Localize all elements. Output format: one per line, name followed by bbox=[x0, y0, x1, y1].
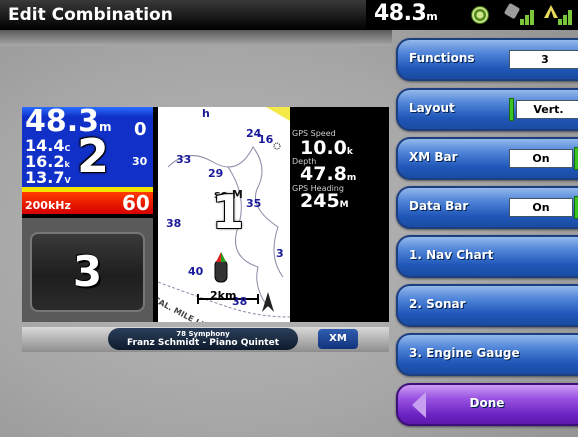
combination-preview: 48.3m 0 14.4C 16.2k 13.7V 30 2 200kHz 60… bbox=[22, 107, 389, 322]
sonar-label: 2. Sonar bbox=[409, 297, 466, 311]
chart-sounding: 35 bbox=[246, 197, 262, 210]
xm-signal-icon bbox=[544, 5, 574, 25]
nav-chart-label: 1. Nav Chart bbox=[409, 248, 494, 262]
sonar-frequency: 200kHz bbox=[25, 199, 71, 212]
data-bar-value: On bbox=[509, 198, 573, 217]
sonar-row-3-value: 13.7 bbox=[25, 168, 65, 187]
screen: Edit Combination 48.3m 48.3m 0 14.4C 16.… bbox=[0, 0, 578, 437]
pane-number-3: 3 bbox=[72, 247, 103, 296]
done-label: Done bbox=[469, 396, 505, 410]
data-bar-button[interactable]: Data Bar On bbox=[396, 186, 578, 229]
chart-scale: 2km bbox=[210, 289, 237, 302]
chart-sounding: h bbox=[202, 107, 210, 120]
status-depth-value: 48.3 bbox=[374, 1, 427, 26]
sonar-scale-mid: 30 bbox=[132, 155, 148, 168]
status-depth-unit: m bbox=[426, 10, 438, 23]
data-bar-label: Data Bar bbox=[409, 199, 469, 213]
status-depth: 48.3m bbox=[374, 1, 438, 26]
data-bar-toggle-indicator bbox=[574, 196, 578, 219]
sonar-row-2-unit: k bbox=[64, 160, 70, 169]
engine-gauge-label: 3. Engine Gauge bbox=[409, 346, 520, 360]
xm-button: XM bbox=[318, 329, 358, 349]
sonar-row-1-unit: C bbox=[64, 144, 71, 153]
layout-button[interactable]: Layout Vert. bbox=[396, 88, 578, 131]
functions-value: 3 bbox=[509, 50, 578, 69]
data-value-heading: 245M bbox=[300, 190, 349, 212]
sonar-row-3-unit: V bbox=[64, 176, 71, 185]
done-button[interactable]: Done bbox=[396, 383, 578, 426]
gauge-frame: 3 bbox=[30, 232, 145, 312]
nav-chart-button[interactable]: 1. Nav Chart bbox=[396, 235, 578, 278]
xm-song-info: 78 Symphony Franz Schmidt - Piano Quinte… bbox=[108, 328, 298, 350]
chart-sounding: 38 bbox=[166, 217, 182, 230]
sonar-pane: 48.3m 0 14.4C 16.2k 13.7V 30 2 200kHz 60 bbox=[22, 107, 153, 214]
header-shadow bbox=[0, 30, 392, 46]
xm-bar-button[interactable]: XM Bar On bbox=[396, 137, 578, 180]
layout-value: Vert. bbox=[516, 100, 578, 119]
status-area: 48.3m bbox=[366, 0, 578, 30]
xm-bar-toggle-indicator bbox=[574, 147, 578, 170]
layout-toggle-indicator bbox=[509, 98, 514, 121]
xm-bar-label: XM Bar bbox=[409, 150, 458, 164]
sonar-button[interactable]: 2. Sonar bbox=[396, 284, 578, 327]
sonar-scale-top: 0 bbox=[134, 119, 147, 140]
data-bar-pane: GPS Speed 10.0k Depth 47.8m GPS Heading … bbox=[290, 107, 389, 322]
chart-sounding: 40 bbox=[188, 265, 204, 278]
engine-gauge-button[interactable]: 3. Engine Gauge bbox=[396, 333, 578, 376]
sonar-row-3: 13.7V bbox=[25, 170, 71, 189]
chart-sounding: 3 bbox=[276, 247, 284, 260]
xm-artist: Franz Schmidt - Piano Quintet bbox=[126, 338, 280, 348]
satellite-signal-icon bbox=[503, 2, 536, 25]
functions-label: Functions bbox=[409, 51, 475, 65]
xm-bar-preview: 78 Symphony Franz Schmidt - Piano Quinte… bbox=[22, 327, 389, 352]
antenna-glyph bbox=[544, 5, 558, 18]
satellite-glyph bbox=[503, 2, 521, 20]
sonar-scale-bottom: 60 bbox=[122, 191, 150, 214]
layout-label: Layout bbox=[409, 101, 455, 115]
title-bar: Edit Combination 48.3m bbox=[0, 0, 578, 30]
data-value-speed: 10.0k bbox=[300, 137, 353, 159]
pane-number-2: 2 bbox=[77, 129, 110, 183]
chart-sounding: 29 bbox=[208, 167, 224, 180]
functions-button[interactable]: Functions 3 bbox=[396, 38, 578, 81]
xm-bar-value: On bbox=[509, 149, 573, 168]
data-value-depth: 47.8m bbox=[300, 163, 357, 185]
xm-song-title: 78 Symphony bbox=[176, 330, 230, 338]
engine-gauge-pane: 3 bbox=[22, 218, 153, 322]
gps-icon bbox=[471, 6, 489, 24]
pane-number-1: 1 bbox=[212, 185, 245, 239]
page-title: Edit Combination bbox=[8, 5, 173, 25]
chart-sounding: 33 bbox=[176, 153, 192, 166]
chart-sounding: 16 bbox=[258, 133, 274, 146]
nav-chart-pane: h 24 16 33 29 so M 38 35 40 38 3 2km CAL… bbox=[158, 107, 290, 322]
